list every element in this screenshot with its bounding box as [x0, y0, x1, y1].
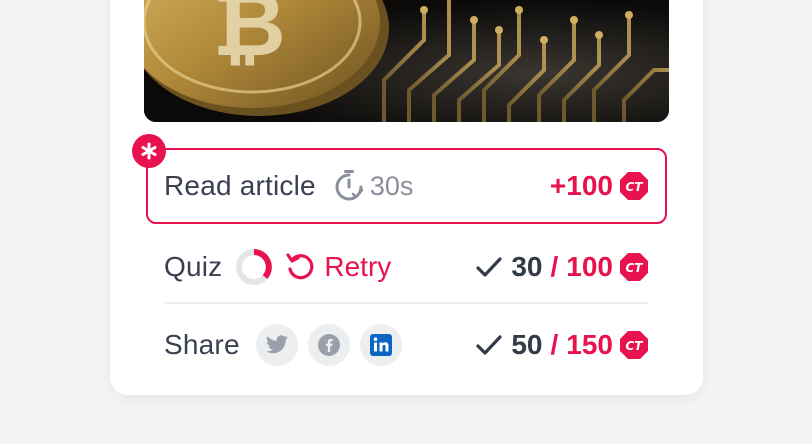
task-label-share: Share: [164, 329, 240, 360]
retry-label: Retry: [324, 251, 392, 282]
share-facebook-button[interactable]: [307, 324, 350, 366]
score-earned: 30: [511, 251, 543, 282]
reward: +100 CT: [550, 170, 649, 202]
divider: [164, 302, 649, 304]
twitter-icon: [265, 335, 288, 354]
quiz-score: 30 / 100 CT: [475, 251, 649, 283]
score-separator: /: [550, 329, 559, 360]
timer-value: 30s: [369, 170, 414, 201]
share-twitter-button[interactable]: [255, 324, 298, 366]
score-max: 150: [566, 329, 613, 360]
share-score: 50 / 150 CT: [475, 329, 649, 361]
svg-text:CT: CT: [626, 180, 644, 194]
check-icon: [476, 335, 502, 355]
ct-token-icon: CT: [620, 172, 648, 200]
score-earned: 50: [511, 329, 543, 360]
social-share-buttons: [255, 324, 412, 366]
timer: 30s: [332, 169, 414, 203]
task-row-read-article[interactable]: Read article 30s +100 CT: [146, 148, 667, 224]
share-linkedin-button[interactable]: [359, 324, 402, 366]
asterisk-icon: [132, 134, 166, 168]
facebook-icon: [317, 334, 340, 356]
ct-token-icon: CT: [620, 331, 648, 359]
score-separator: /: [550, 251, 559, 282]
task-row-quiz[interactable]: Quiz Retry 30 / 100 CT: [146, 228, 667, 306]
check-icon: [476, 257, 502, 277]
svg-text:₿: ₿: [212, 0, 285, 77]
linkedin-icon: [369, 334, 392, 356]
reward-value: +100: [549, 170, 613, 201]
ct-token-icon: CT: [620, 253, 648, 281]
timer-check-icon: [335, 170, 364, 201]
task-row-share: Share 50 / 150 CT: [146, 306, 667, 384]
retry-icon: [286, 253, 314, 280]
retry-button[interactable]: Retry: [284, 251, 391, 283]
score-max: 100: [566, 251, 613, 282]
task-label-read-article: Read article: [164, 170, 316, 201]
task-label-quiz: Quiz: [164, 251, 223, 282]
article-hero-image: ₿: [144, 0, 669, 122]
svg-text:CT: CT: [626, 339, 644, 353]
svg-text:CT: CT: [626, 261, 644, 275]
progress-ring-icon: [236, 249, 273, 285]
